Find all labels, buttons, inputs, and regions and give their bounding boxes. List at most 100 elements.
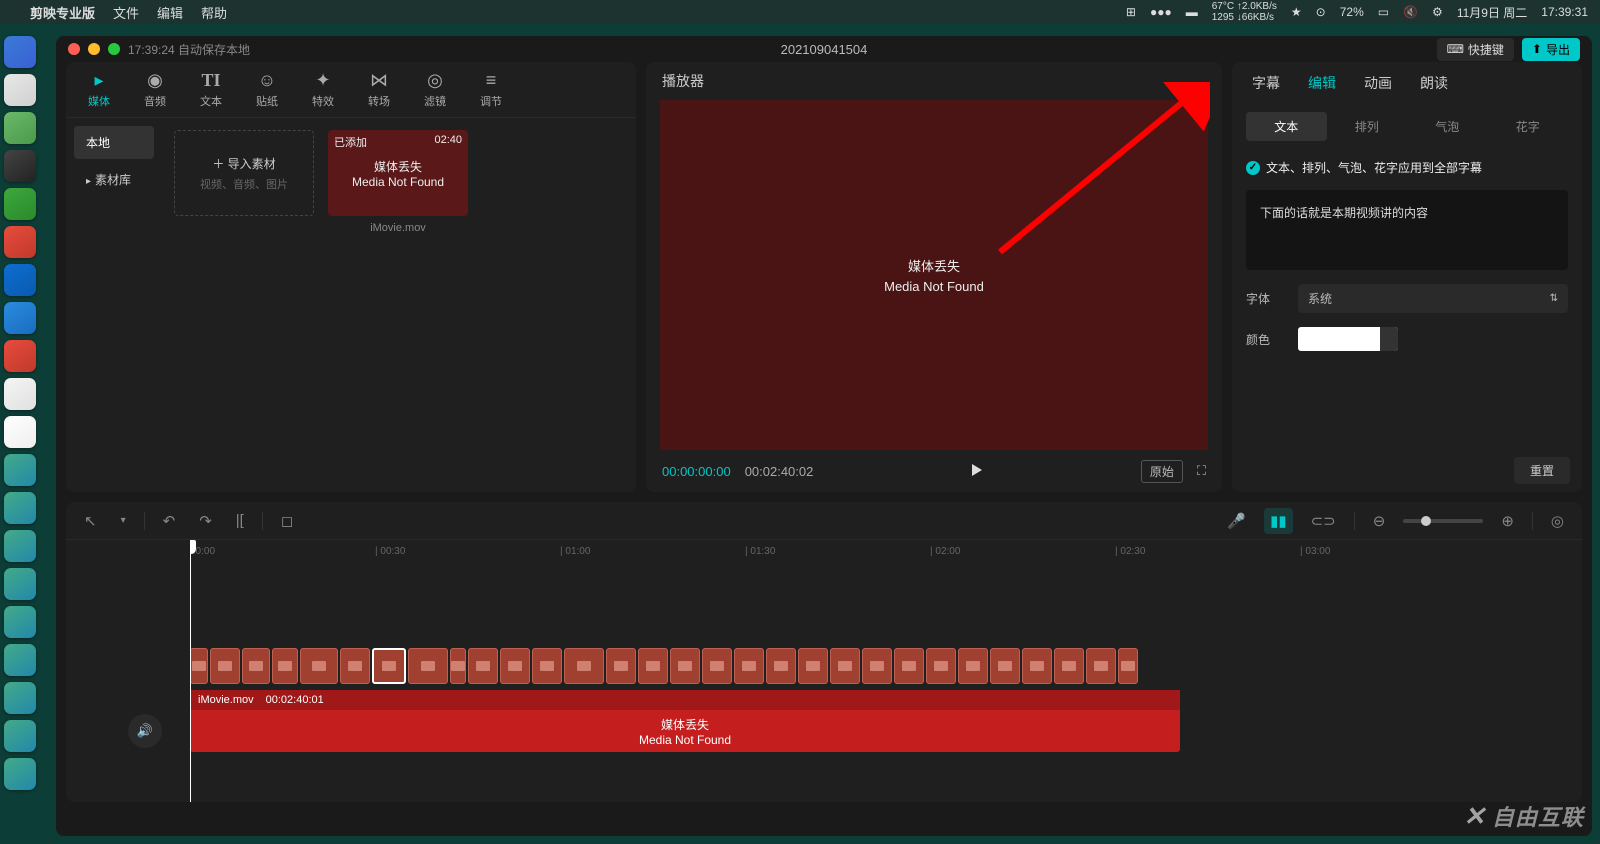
app-name[interactable]: 剪映专业版 [30, 3, 95, 22]
subtitle-clip[interactable] [340, 648, 370, 684]
star-icon[interactable]: ★ [1291, 5, 1302, 19]
timeline-ruler[interactable]: 00:00 | 00:30 | 01:00 | 01:30 | 02:00 | … [190, 540, 1582, 562]
font-select[interactable]: 系统 ⇅ [1298, 284, 1568, 313]
subtitle-clip[interactable] [638, 648, 668, 684]
export-button[interactable]: ⬆ 导出 [1522, 38, 1580, 61]
zoom-out-button[interactable]: ⊖ [1367, 508, 1392, 534]
chevron-down-icon[interactable]: ▾ [115, 511, 132, 530]
subtitle-clip[interactable] [1054, 648, 1084, 684]
mic-icon[interactable]: 🎤 [1221, 508, 1252, 534]
media-clip[interactable]: 已添加 02:40 媒体丢失 Media Not Found iMovie.mo… [328, 130, 468, 234]
dock-app-icon[interactable] [4, 378, 36, 410]
tab-sticker[interactable]: ☺贴纸 [242, 66, 292, 113]
menubar-date[interactable]: 11月9日 周二 [1457, 4, 1527, 21]
import-media-button[interactable]: ＋ 导入素材 视频、音频、图片 [174, 130, 314, 216]
subtitle-clip[interactable] [926, 648, 956, 684]
menu-help[interactable]: 帮助 [201, 3, 227, 22]
subtitle-clip[interactable] [532, 648, 562, 684]
subtitle-clip[interactable] [190, 648, 208, 684]
dock-app-icon[interactable] [4, 150, 36, 182]
tray-icon[interactable]: ●●● [1150, 5, 1172, 19]
subtitle-clip[interactable] [766, 648, 796, 684]
tab-media[interactable]: ▸媒体 [74, 66, 124, 113]
subtitle-clip[interactable] [702, 648, 732, 684]
subtitle-clip[interactable] [564, 648, 604, 684]
subtab-bubble[interactable]: 气泡 [1407, 112, 1488, 141]
dock-app-icon[interactable] [4, 226, 36, 258]
subtab-fancy[interactable]: 花字 [1488, 112, 1569, 141]
sidebar-item-library[interactable]: ▸素材库 [74, 163, 154, 196]
dock-app-icon[interactable] [4, 454, 36, 486]
video-clip[interactable]: iMovie.mov 00:02:40:01 媒体丢失 Media Not Fo… [190, 690, 1180, 752]
track-mute-button[interactable]: 🔊 [128, 714, 162, 748]
dock-app-icon[interactable] [4, 112, 36, 144]
cursor-tool-button[interactable]: ↖ [78, 508, 103, 534]
dock-app-icon[interactable] [4, 36, 36, 68]
dock-app-icon[interactable] [4, 340, 36, 372]
subtitle-clip[interactable] [500, 648, 530, 684]
dock-app-icon[interactable] [4, 644, 36, 676]
shortcut-button[interactable]: ⌨ 快捷键 [1437, 38, 1514, 61]
color-picker[interactable] [1298, 327, 1398, 351]
clip-thumbnail[interactable]: 已添加 02:40 媒体丢失 Media Not Found [328, 130, 468, 216]
wifi-icon[interactable]: ⊙ [1316, 5, 1326, 19]
subtitle-clip[interactable] [242, 648, 270, 684]
tab-subtitle[interactable]: 字幕 [1252, 73, 1280, 93]
fullscreen-icon[interactable]: ⛶ [1197, 463, 1206, 479]
dock-app-icon[interactable] [4, 492, 36, 524]
menu-edit[interactable]: 编辑 [157, 3, 183, 22]
aspect-ratio-button[interactable]: 原始 [1141, 460, 1183, 483]
tab-audio[interactable]: ◉音频 [130, 66, 180, 113]
tab-effects[interactable]: ✦特效 [298, 66, 348, 113]
tab-adjust[interactable]: ≡调节 [466, 66, 516, 113]
subtitle-clip[interactable] [210, 648, 240, 684]
subtitle-clip[interactable] [1086, 648, 1116, 684]
subtitle-clip[interactable] [670, 648, 700, 684]
dock-app-icon[interactable] [4, 74, 36, 106]
maximize-button[interactable] [108, 43, 120, 55]
dock-app-icon[interactable] [4, 568, 36, 600]
subtitle-clip[interactable] [450, 648, 466, 684]
reset-button[interactable]: 重置 [1514, 457, 1570, 484]
menubar-time[interactable]: 17:39:31 [1541, 5, 1588, 19]
subtitle-text-input[interactable]: 下面的话就是本期视频讲的内容 [1246, 190, 1568, 270]
subtitle-clip[interactable] [830, 648, 860, 684]
subtitle-clip[interactable] [862, 648, 892, 684]
subtitle-clip[interactable] [894, 648, 924, 684]
battery-icon[interactable]: ▭ [1378, 5, 1389, 19]
tray-icon[interactable]: ▬ [1186, 5, 1198, 19]
subtab-arrange[interactable]: 排列 [1327, 112, 1408, 141]
subtab-text[interactable]: 文本 [1246, 112, 1327, 141]
tab-transition[interactable]: ⋈转场 [354, 66, 404, 113]
subtitle-clip[interactable] [798, 648, 828, 684]
subtitle-clip[interactable] [1022, 648, 1052, 684]
tab-animation[interactable]: 动画 [1364, 73, 1392, 93]
link-icon[interactable]: ⊂⊃ [1305, 508, 1342, 534]
player-viewport[interactable]: 媒体丢失 Media Not Found [660, 100, 1208, 450]
subtitle-clip-selected[interactable] [372, 648, 406, 684]
dock-app-icon[interactable] [4, 264, 36, 296]
fit-button[interactable]: ◎ [1545, 508, 1570, 534]
redo-button[interactable]: ↷ [193, 508, 218, 534]
subtitle-clip[interactable] [958, 648, 988, 684]
control-center-icon[interactable]: ⚙ [1432, 5, 1443, 19]
menu-file[interactable]: 文件 [113, 3, 139, 22]
subtitle-clip[interactable] [734, 648, 764, 684]
minimize-button[interactable] [88, 43, 100, 55]
dock-app-icon[interactable] [4, 416, 36, 448]
dock-app-icon[interactable] [4, 188, 36, 220]
dock-app-icon[interactable] [4, 530, 36, 562]
subtitle-clip[interactable] [272, 648, 298, 684]
zoom-in-button[interactable]: ⊕ [1495, 508, 1520, 534]
zoom-slider[interactable] [1403, 519, 1483, 523]
dock-app-icon[interactable] [4, 682, 36, 714]
magnet-icon[interactable]: ▮▮ [1264, 508, 1293, 534]
dock-app-icon[interactable] [4, 758, 36, 790]
tab-readaloud[interactable]: 朗读 [1420, 73, 1448, 93]
subtitle-clip[interactable] [300, 648, 338, 684]
play-button[interactable] [969, 462, 985, 481]
tab-filter[interactable]: ◎滤镜 [410, 66, 460, 113]
dock-app-icon[interactable] [4, 606, 36, 638]
subtitle-clip[interactable] [408, 648, 448, 684]
subtitle-clip[interactable] [468, 648, 498, 684]
